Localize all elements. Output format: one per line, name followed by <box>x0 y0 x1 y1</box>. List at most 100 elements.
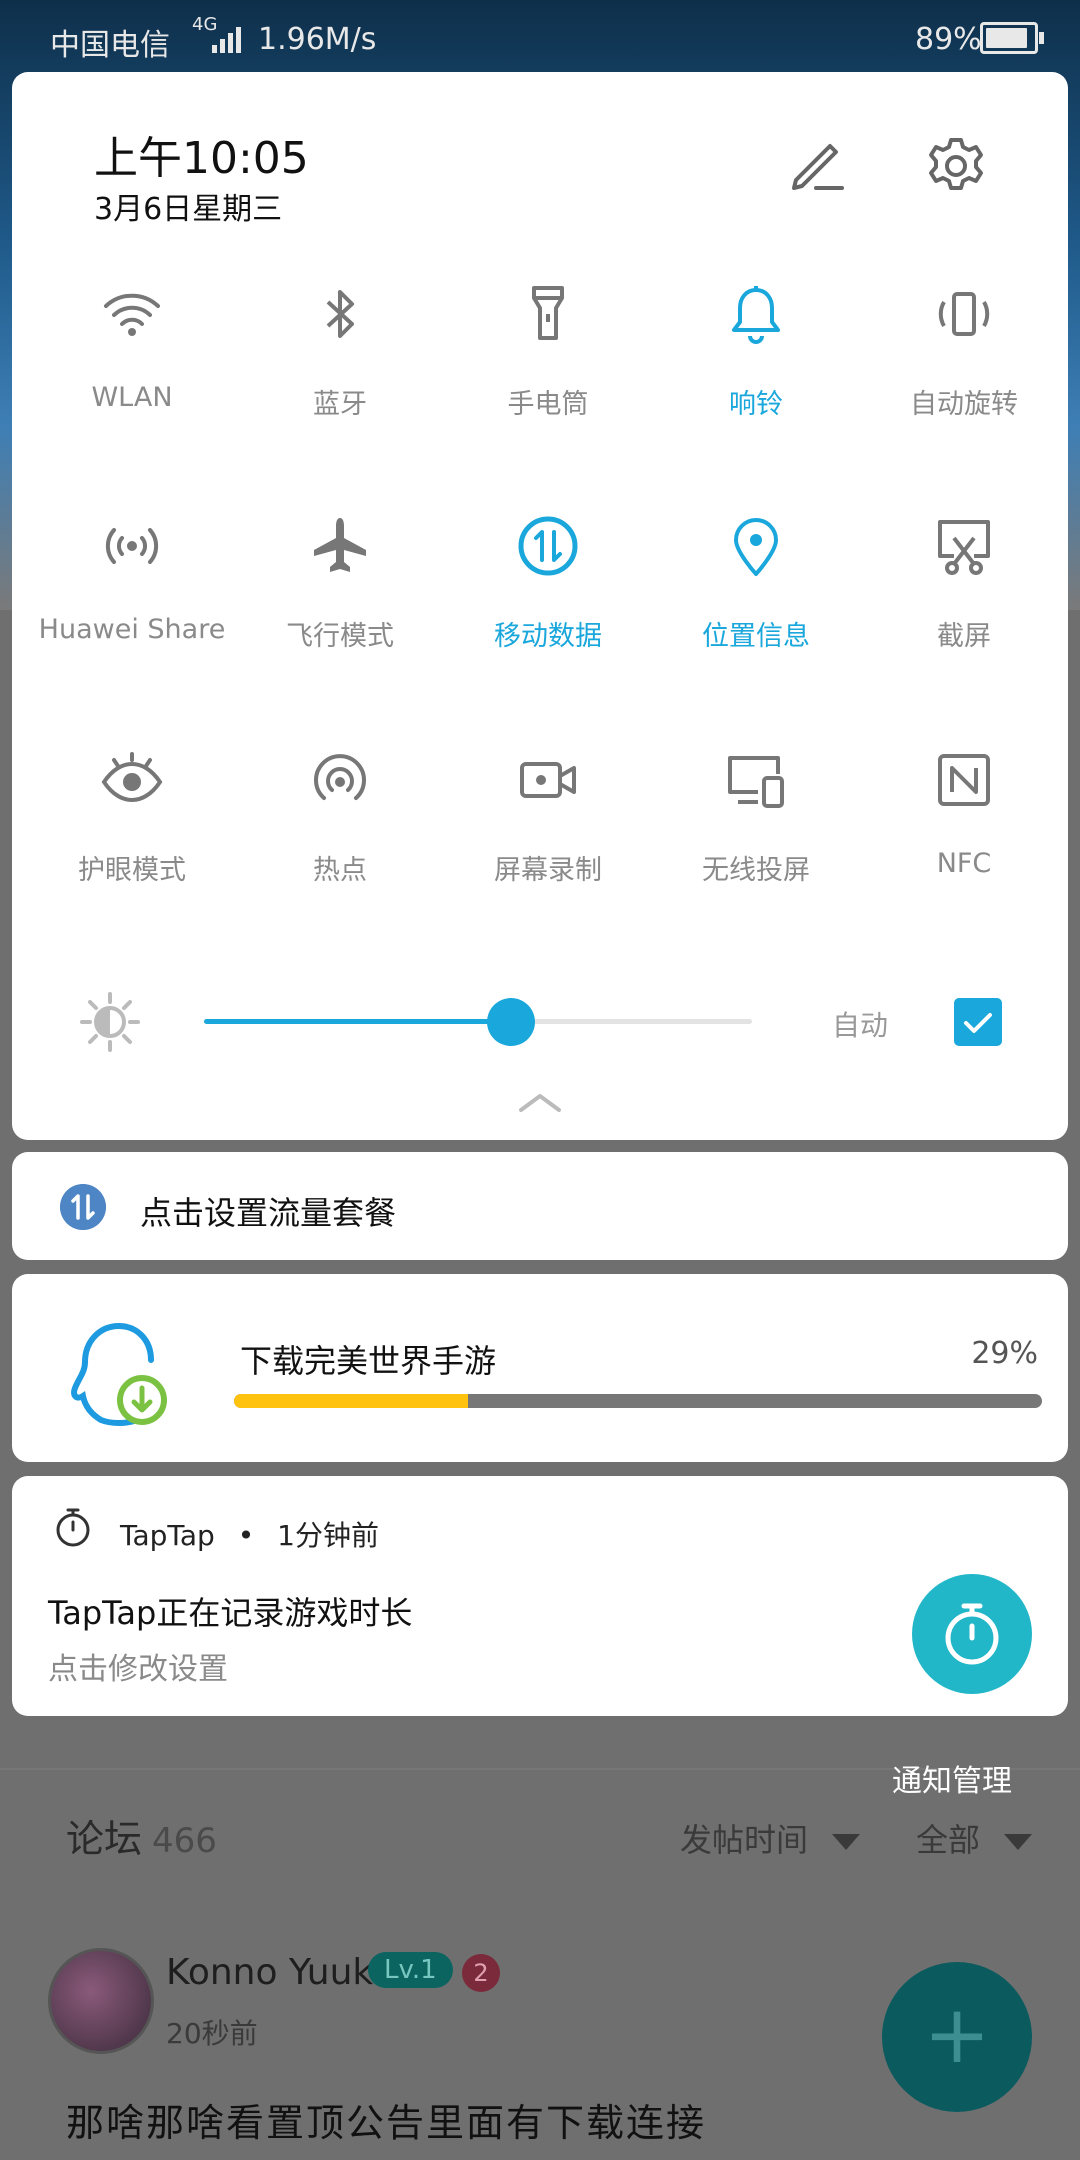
forum-label: 论坛 <box>66 1817 143 1861</box>
tile-label: Huawei Share <box>38 614 226 645</box>
nfc-icon <box>938 754 990 806</box>
tile-eye-comfort[interactable]: 护眼模式 <box>28 748 236 887</box>
wifi-icon <box>104 293 160 336</box>
bell-icon <box>732 286 780 344</box>
download-progress-fill <box>234 1394 469 1408</box>
notification-data-plan[interactable]: 点击设置流量套餐 <box>12 1152 1068 1260</box>
post-title[interactable]: 那啥那啥看置顶公告里面有下载连接 <box>66 2092 706 2147</box>
gear-icon[interactable] <box>924 134 988 198</box>
add-post-button[interactable]: + <box>882 1962 1032 2112</box>
tile-screenshot[interactable]: 截屏 <box>860 514 1068 653</box>
brightness-thumb[interactable] <box>486 998 535 1046</box>
check-icon <box>964 1013 992 1033</box>
sort-label: 发帖时间 <box>680 1821 809 1859</box>
forum-count: 466 <box>152 1821 217 1861</box>
brightness-row: 自动 <box>12 972 1068 1072</box>
network-speed: 1.96M/s <box>258 22 377 57</box>
tile-location[interactable]: 位置信息 <box>652 514 860 653</box>
tile-flashlight[interactable]: 手电筒 <box>444 282 652 421</box>
tile-bluetooth[interactable]: 蓝牙 <box>236 282 444 421</box>
pencil-icon[interactable] <box>782 130 850 198</box>
notification-time: 1分钟前 <box>277 1519 379 1552</box>
flashlight-icon <box>532 286 564 340</box>
notification-download[interactable]: 下载完美世界手游 29% <box>12 1274 1068 1462</box>
tile-label: 截屏 <box>937 621 991 652</box>
tile-label: 无线投屏 <box>702 855 810 886</box>
mobile-data-icon <box>60 1184 106 1230</box>
post-username[interactable]: Konno Yuuki <box>166 1952 383 1993</box>
tile-ringer[interactable]: 响铃 <box>652 282 860 421</box>
caret-down-icon <box>1004 1834 1033 1850</box>
tile-airplane-mode[interactable]: 飞行模式 <box>236 514 444 653</box>
rotate-icon <box>938 292 990 336</box>
brightness-icon <box>80 992 140 1052</box>
tile-label: 蓝牙 <box>313 389 367 420</box>
brightness-slider[interactable] <box>204 1019 752 1024</box>
chevron-up-icon[interactable] <box>517 1090 563 1116</box>
location-icon <box>734 518 778 576</box>
cast-icon <box>728 756 784 808</box>
tile-nfc[interactable]: NFC <box>860 748 1068 879</box>
hotspot-icon <box>314 754 366 800</box>
battery-percent: 89% <box>915 22 982 57</box>
post-time: 20秒前 <box>166 2017 258 2050</box>
tile-label: 移动数据 <box>494 621 602 652</box>
download-progress-bar <box>234 1394 1042 1408</box>
notification-taptap[interactable]: TapTap • 1分钟前 TapTap正在记录游戏时长 点击修改设置 <box>12 1476 1068 1716</box>
user-badge: 2 <box>462 1954 500 1992</box>
tile-label: 响铃 <box>729 389 783 420</box>
caret-down-icon <box>832 1834 861 1850</box>
auto-brightness-checkbox[interactable] <box>954 998 1002 1046</box>
clock-date[interactable]: 3月6日星期三 <box>94 184 282 228</box>
quick-settings-panel: 上午10:05 3月6日星期三 WLAN 蓝牙 手电筒 响铃 自动旋转 Huaw… <box>12 72 1068 1140</box>
tile-label: NFC <box>936 848 992 879</box>
battery-icon <box>980 22 1044 54</box>
share-icon <box>105 528 159 564</box>
notification-subtitle: 点击修改设置 <box>48 1652 228 1687</box>
notification-manager-link[interactable]: 通知管理 <box>892 1756 1012 1800</box>
tile-label: 飞行模式 <box>286 621 394 652</box>
download-title: 下载完美世界手游 <box>240 1342 497 1380</box>
stopwatch-icon <box>56 1508 90 1547</box>
sort-dropdown[interactable]: 发帖时间 <box>680 1815 861 1861</box>
tile-hotspot[interactable]: 热点 <box>236 748 444 887</box>
tile-label: WLAN <box>91 382 173 413</box>
tile-wireless-projection[interactable]: 无线投屏 <box>652 748 860 887</box>
clock-time[interactable]: 上午10:05 <box>94 122 309 186</box>
carrier-name: 中国电信 <box>50 28 170 63</box>
qq-download-icon <box>71 1323 167 1426</box>
user-level-badge: Lv.1 <box>368 1952 453 1988</box>
app-name: TapTap <box>120 1519 215 1552</box>
tile-auto-rotate[interactable]: 自动旋转 <box>860 282 1068 421</box>
tile-label: 护眼模式 <box>78 855 186 886</box>
tile-huawei-share[interactable]: Huawei Share <box>28 514 236 645</box>
mobile-data-icon <box>518 516 578 576</box>
eye-icon <box>101 752 163 803</box>
tile-label: 位置信息 <box>702 621 810 652</box>
notification-app-header: TapTap • 1分钟前 <box>120 1514 379 1554</box>
brightness-fill <box>204 1019 511 1024</box>
screen-record-icon <box>520 762 576 798</box>
separator-dot: • <box>237 1519 255 1552</box>
screenshot-icon <box>938 520 990 575</box>
auto-brightness-label: 自动 <box>832 1009 889 1042</box>
tile-label: 热点 <box>313 855 367 886</box>
tile-label: 手电筒 <box>507 389 589 420</box>
stopwatch-icon <box>945 1603 999 1665</box>
airplane-icon <box>314 518 366 572</box>
bluetooth-icon <box>326 290 354 338</box>
avatar[interactable] <box>48 1948 154 2054</box>
filter-label: 全部 <box>916 1821 981 1859</box>
download-percent: 29% <box>971 1336 1038 1371</box>
tile-screen-record[interactable]: 屏幕录制 <box>444 748 652 887</box>
tile-mobile-data[interactable]: 移动数据 <box>444 514 652 653</box>
tile-label: 屏幕录制 <box>494 855 602 886</box>
signal-icon <box>212 18 244 53</box>
status-bar: 中国电信 4G 1.96M/s 89% <box>0 0 1080 72</box>
tile-wlan[interactable]: WLAN <box>28 282 236 413</box>
filter-dropdown[interactable]: 全部 <box>916 1815 1033 1861</box>
tile-label: 自动旋转 <box>910 389 1018 420</box>
forum-header: 论坛 466 <box>66 1808 217 1863</box>
notification-title: TapTap正在记录游戏时长 <box>48 1594 413 1632</box>
stopwatch-button[interactable] <box>912 1574 1032 1694</box>
